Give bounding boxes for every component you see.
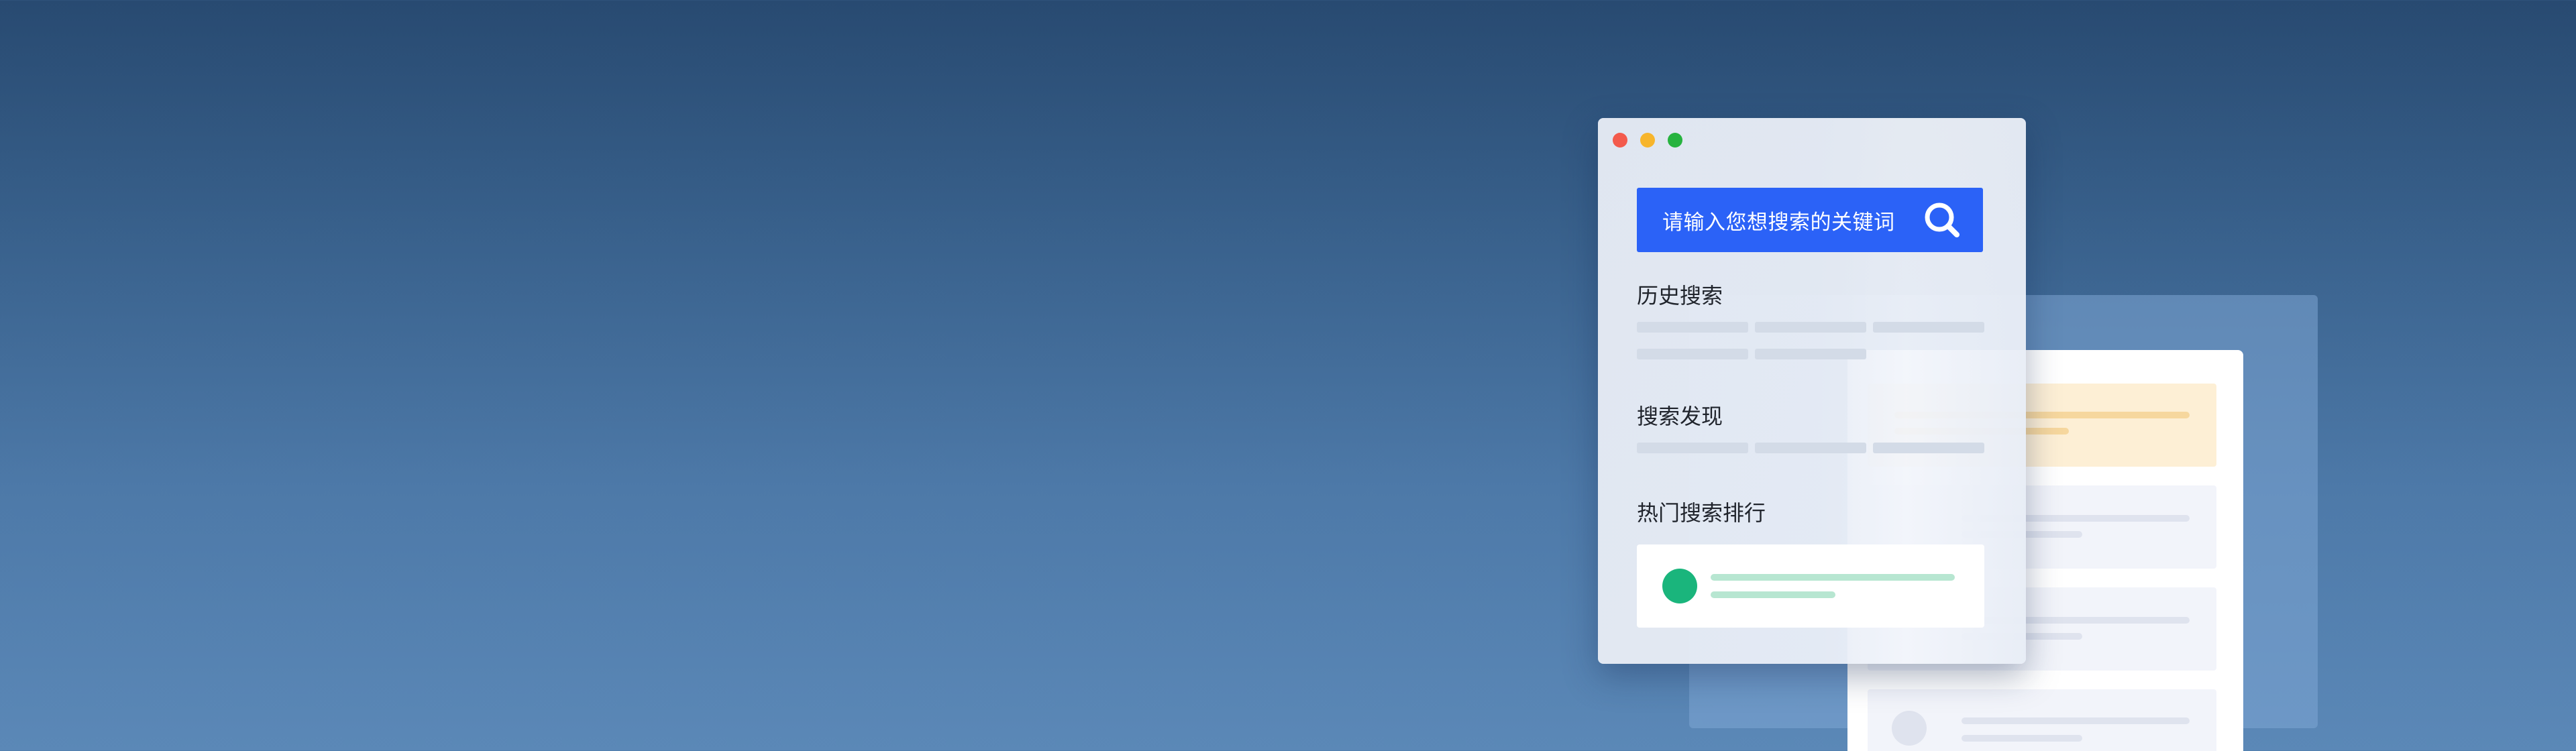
list-item-line — [1962, 717, 2190, 724]
hot-search-item[interactable] — [1637, 544, 1984, 628]
search-window: 请输入您想搜索的关键词 历史搜索 搜索发现 热门搜索排行 — [1598, 118, 2026, 664]
discover-tag[interactable] — [1637, 443, 1748, 453]
minimize-window-button[interactable] — [1640, 133, 1655, 148]
search-input[interactable]: 请输入您想搜索的关键词 — [1637, 188, 1983, 252]
list-item-line — [1962, 735, 2082, 742]
search-icon[interactable] — [1923, 200, 1962, 239]
history-tag[interactable] — [1755, 322, 1866, 333]
history-search-title: 历史搜索 — [1637, 283, 1723, 308]
list-item[interactable] — [1868, 689, 2216, 751]
discover-tag[interactable] — [1873, 443, 1984, 453]
search-placeholder: 请输入您想搜索的关键词 — [1662, 210, 1895, 235]
hot-item-line — [1711, 591, 1835, 598]
avatar — [1892, 711, 1927, 746]
history-tag[interactable] — [1755, 349, 1866, 359]
maximize-window-button[interactable] — [1668, 133, 1682, 148]
discover-search-title: 搜索发现 — [1637, 404, 1723, 429]
history-tag[interactable] — [1637, 322, 1748, 333]
history-tag[interactable] — [1873, 322, 1984, 333]
close-window-button[interactable] — [1613, 133, 1627, 148]
discover-tag[interactable] — [1755, 443, 1866, 453]
hot-item-line — [1711, 574, 1955, 581]
history-tag[interactable] — [1637, 349, 1748, 359]
rank-dot-icon — [1662, 569, 1697, 603]
hot-search-ranking-title: 热门搜索排行 — [1637, 500, 1766, 526]
